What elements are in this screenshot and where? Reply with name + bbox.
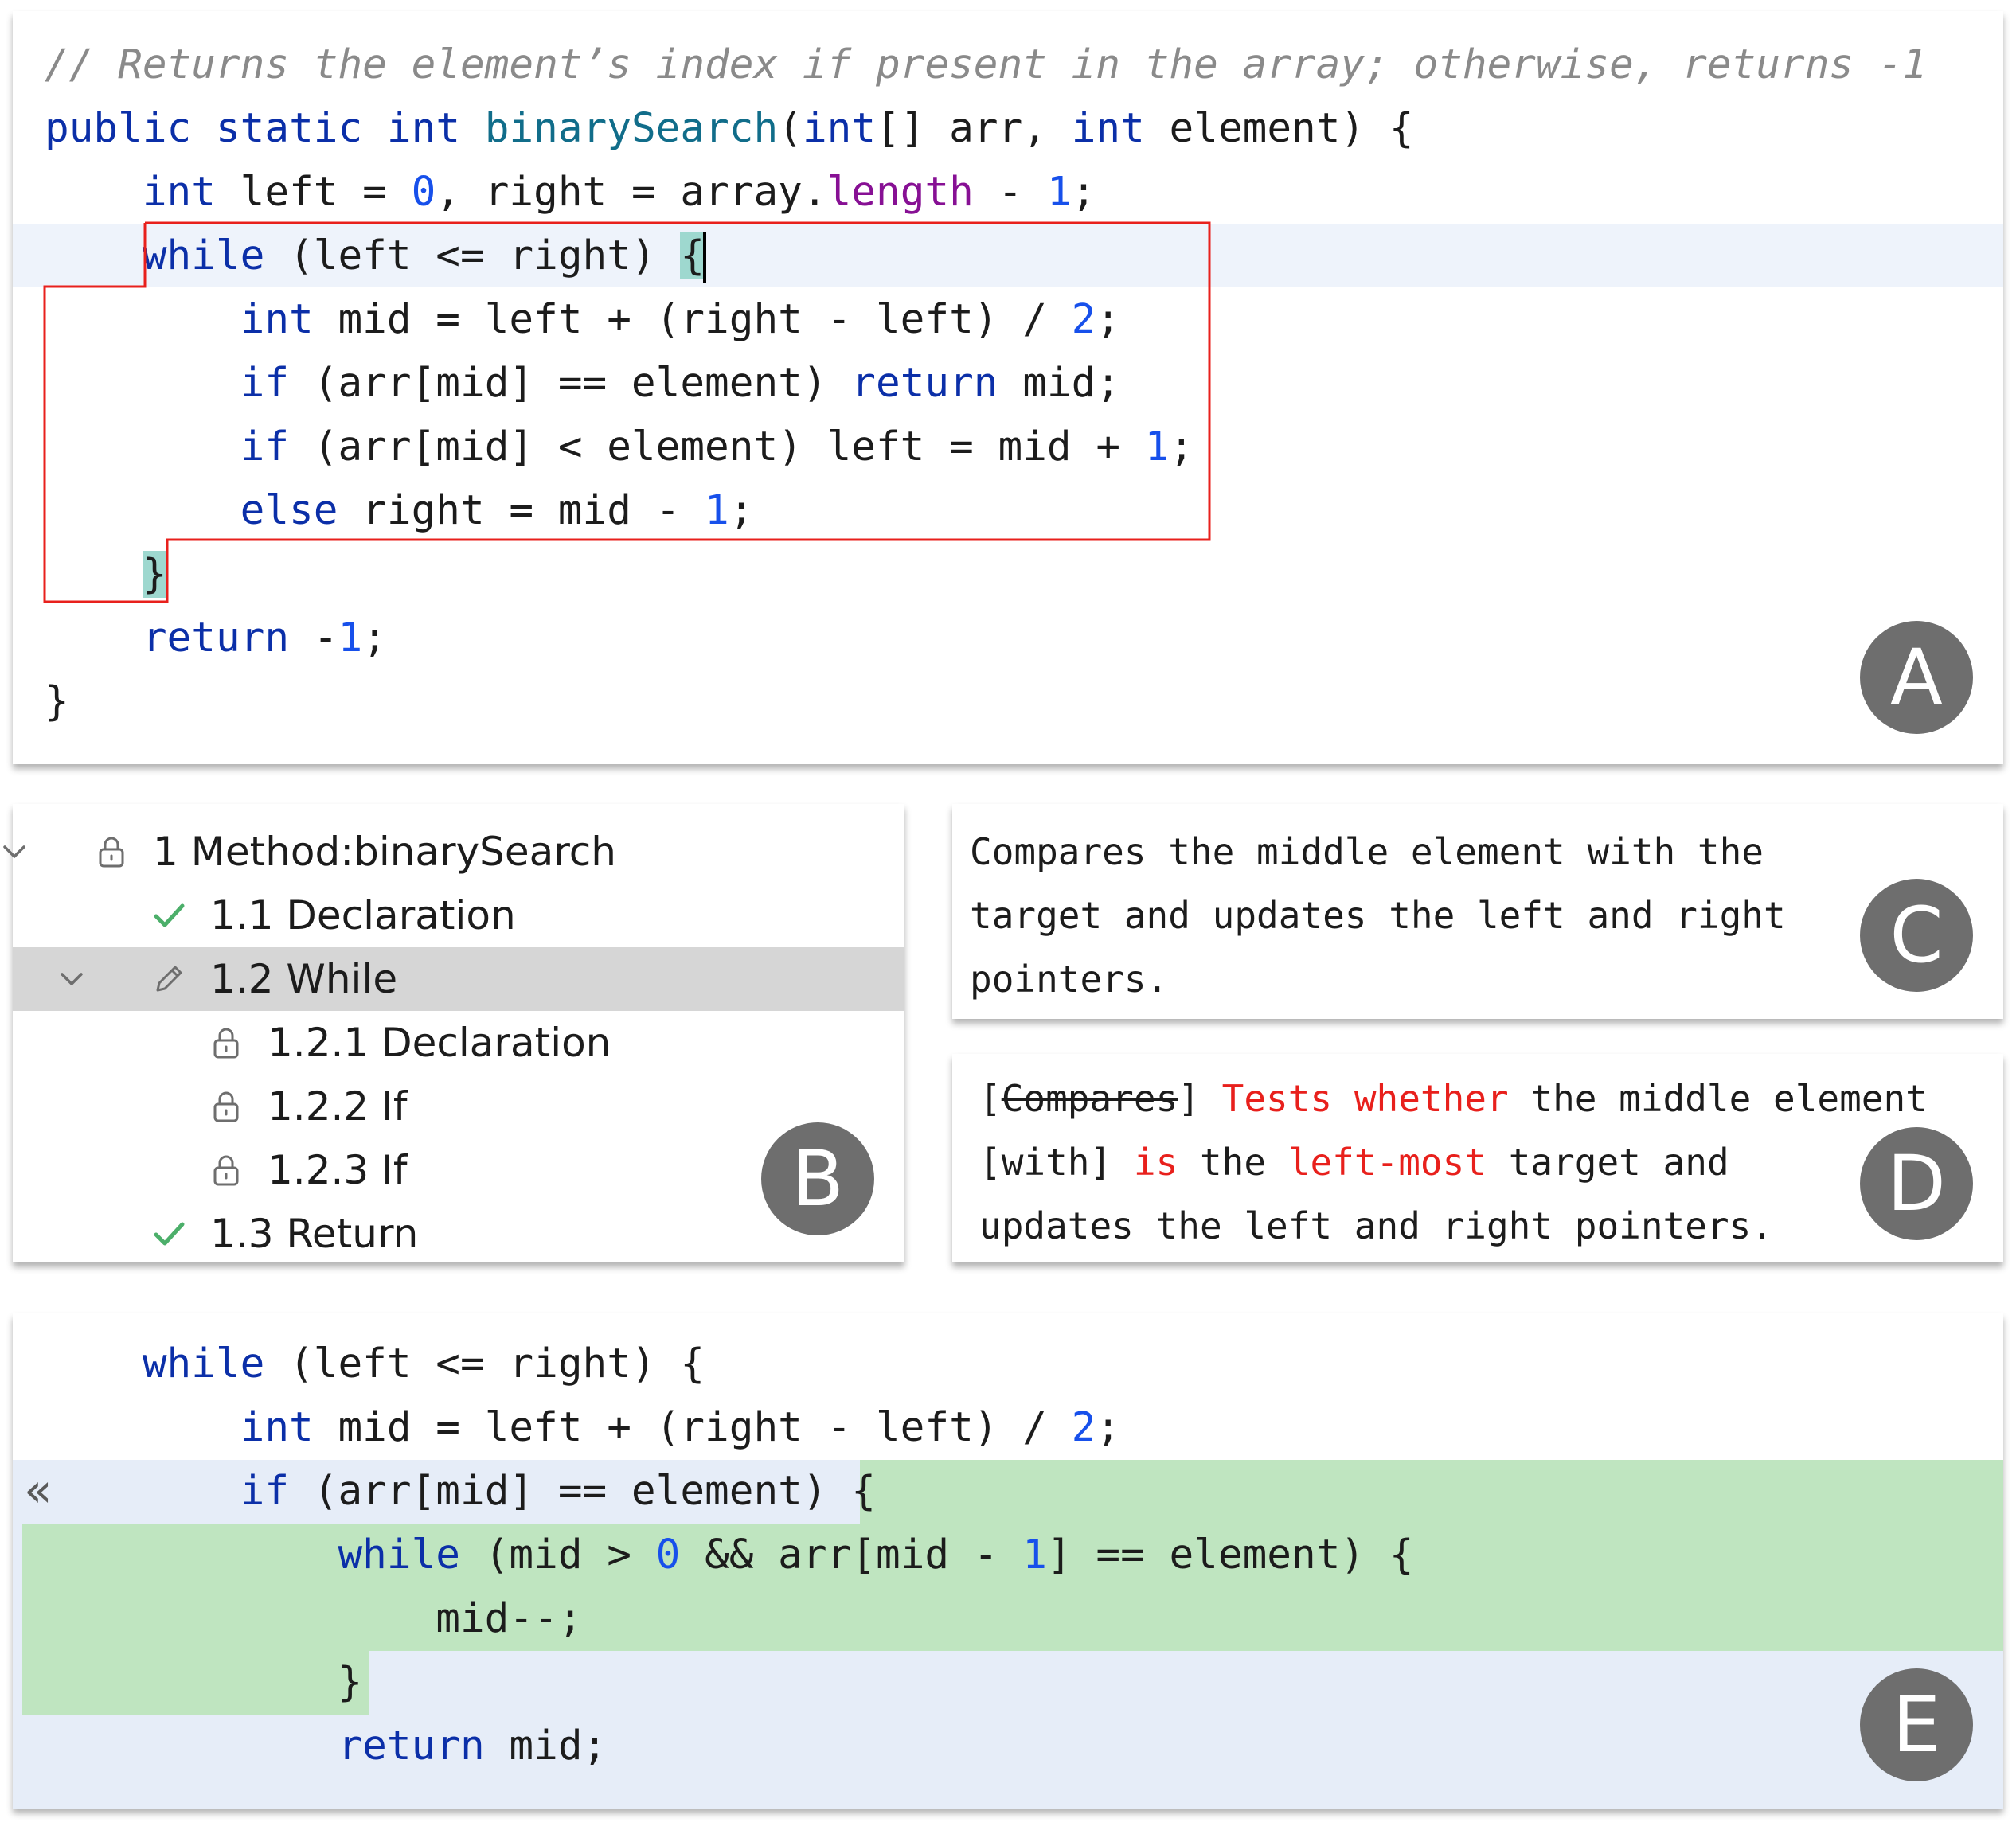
code-token: && arr[mid -	[680, 1532, 1023, 1578]
code-token: mid--;	[45, 1595, 583, 1642]
code-token: (left <= right) {	[264, 1340, 705, 1387]
tree-item-label: 1.3 Return	[210, 1211, 419, 1257]
code-diff-panel[interactable]: « while (left <= right) { int mid = left…	[13, 1313, 2003, 1809]
edited-summary-line: updates the left and right pointers.	[979, 1194, 1773, 1258]
diff-added-line-1	[860, 1460, 2003, 1524]
panel-badge-d: D	[1860, 1127, 1973, 1240]
summary-panel[interactable]: Compares the middle element with the targ…	[952, 804, 2003, 1019]
diff-code-line[interactable]: while (mid > 0 && arr[mid - 1] == elemen…	[45, 1524, 1414, 1587]
tree-item[interactable]: 1.1 Declaration	[13, 884, 904, 947]
diff-code-line[interactable]: return mid;	[45, 1715, 607, 1778]
check-icon	[151, 1216, 186, 1251]
code-token: 0	[655, 1532, 681, 1578]
edited-summary-panel[interactable]: [Compares] Tests whether the middle elem…	[952, 1054, 2003, 1262]
summary-token: updates the left and right pointers.	[979, 1204, 1773, 1247]
summary-line: Compares the middle element with the	[970, 830, 1764, 873]
chevron-down-icon[interactable]	[54, 962, 89, 997]
summary-token: target and	[1487, 1141, 1729, 1184]
code-token: mid = left + (right - left) /	[313, 1404, 1072, 1451]
tree-item-label: 1.2 While	[210, 956, 398, 1002]
code-token: mid;	[484, 1723, 608, 1770]
lock-icon	[209, 1089, 244, 1124]
code-token: (mid >	[460, 1532, 656, 1578]
tree-item-label: 1.2.3 If	[268, 1147, 408, 1193]
code-token: }	[45, 1659, 363, 1706]
tree-item[interactable]: 1.2 While	[13, 947, 904, 1011]
check-icon	[151, 898, 186, 933]
code-editor-panel[interactable]: // Returns the element’s index if presen…	[13, 11, 2003, 764]
inserted-text: is	[1133, 1141, 1178, 1184]
pencil-icon	[151, 962, 186, 997]
panel-badge-a: A	[1860, 621, 1973, 734]
code-token: 1	[1022, 1532, 1047, 1578]
summary-token: [	[979, 1077, 1002, 1120]
tree-item-label: 1 Method:binarySearch	[153, 829, 616, 875]
lock-icon	[209, 1025, 244, 1060]
code-token: return	[338, 1723, 485, 1770]
code-token: if	[240, 1468, 290, 1515]
lock-icon	[209, 1153, 244, 1188]
diff-code-line[interactable]: mid--;	[45, 1587, 583, 1651]
summary-token: [with]	[979, 1141, 1134, 1184]
edited-summary-line: [with] is the left-most target and	[979, 1130, 1729, 1194]
summary-line: pointers.	[970, 958, 1169, 1001]
tree-item[interactable]: 1.3 Return	[13, 1202, 904, 1266]
tree-item-label: 1.2.2 If	[268, 1083, 408, 1130]
code-token: (arr[mid] == element) {	[289, 1468, 876, 1515]
code-token: 2	[1071, 1404, 1096, 1451]
inserted-text: left-most	[1287, 1141, 1487, 1184]
inserted-text: Tests whether	[1221, 1077, 1509, 1120]
lock-icon	[94, 834, 129, 869]
code-token: while	[142, 1340, 265, 1387]
code-token: ;	[1096, 1404, 1121, 1451]
tree-item[interactable]: 1 Method:binarySearch	[3, 820, 904, 884]
tree-item[interactable]: 1.2.1 Declaration	[13, 1011, 904, 1075]
summary-token: ]	[1178, 1077, 1222, 1120]
summary-token: the middle element	[1508, 1077, 1928, 1120]
tree-item-label: 1.2.1 Declaration	[268, 1020, 611, 1066]
tree-item[interactable]: 1.2.2 If	[13, 1075, 904, 1138]
panel-badge-e: E	[1860, 1668, 1973, 1781]
edited-summary-line: [Compares] Tests whether the middle elem…	[979, 1067, 1928, 1130]
code-token: while	[338, 1532, 460, 1578]
code-token: int	[240, 1404, 314, 1451]
summary-token: the	[1178, 1141, 1288, 1184]
summary-line: target and updates the left and right	[970, 894, 1786, 937]
tree-item-label: 1.1 Declaration	[210, 892, 516, 938]
selection-outline	[43, 221, 1211, 603]
panel-badge-b: B	[761, 1122, 874, 1235]
outline-panel[interactable]: 1 Method:binarySearch 1.1 Declaration 1.2 …	[3, 804, 904, 1262]
chevron-down-icon[interactable]	[0, 834, 32, 869]
diff-code-line[interactable]: int mid = left + (right - left) / 2;	[45, 1396, 1120, 1460]
diff-code-line[interactable]: if (arr[mid] == element) {	[45, 1460, 876, 1524]
diff-code-line[interactable]: }	[45, 1651, 362, 1715]
diff-code-line[interactable]: while (left <= right) {	[45, 1333, 705, 1396]
panel-badge-c: C	[1860, 879, 1973, 992]
deleted-text: Compares	[1001, 1077, 1178, 1120]
code-token: ] == element) {	[1046, 1532, 1414, 1578]
